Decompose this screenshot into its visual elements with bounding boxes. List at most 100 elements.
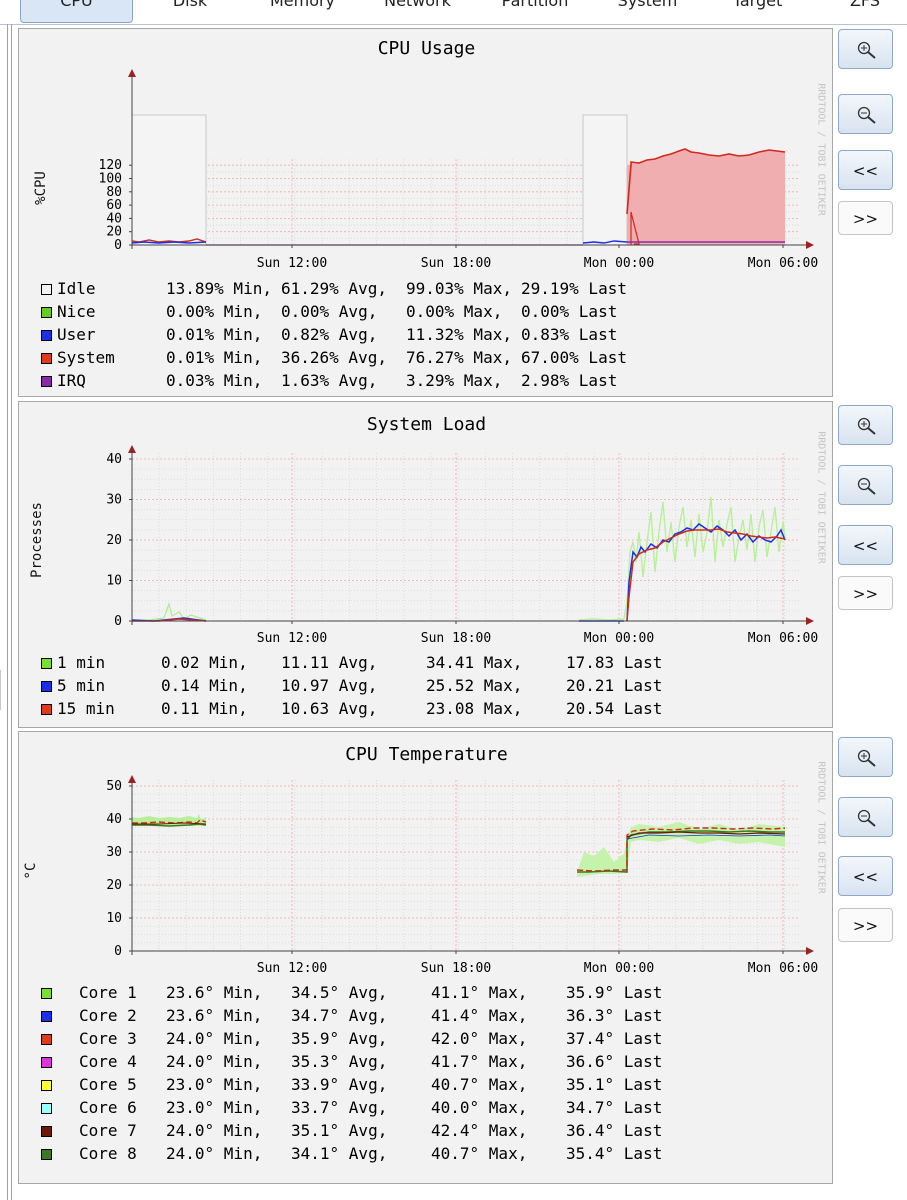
y-tick-label: 0	[114, 238, 122, 253]
legend-name: IRQ	[57, 371, 86, 390]
next-button[interactable]: >>	[838, 201, 893, 235]
next-label: >>	[852, 210, 879, 228]
legend-avg: 11.11 Avg,	[281, 653, 378, 672]
tab-target[interactable]: Target	[715, 0, 800, 23]
zoom-out-button[interactable]	[838, 465, 893, 505]
legend-max: 76.27% Max,	[406, 348, 512, 367]
legend-min: 0.03% Min,	[166, 371, 263, 390]
zoom-in-icon	[857, 41, 876, 59]
x-tick-label: Mon 00:00	[584, 631, 654, 646]
tab-disk[interactable]: Disk	[150, 0, 230, 23]
legend-swatch	[41, 1011, 52, 1022]
zoom-in-button[interactable]	[838, 405, 893, 445]
prev-button[interactable]: <<	[838, 856, 893, 896]
legend-swatch	[41, 1080, 52, 1091]
legend-row: IRQ 0.03% Min, 1.63% Avg, 3.29% Max, 2.98% L…	[41, 371, 801, 393]
legend-row: 5 min 0.14 Min, 10.97 Avg, 25.52 Max, 20.21 …	[41, 676, 801, 698]
zoom-out-button[interactable]	[838, 94, 893, 134]
legend-row: Idle 13.89% Min, 61.29% Avg, 99.03% Max, 29.…	[41, 279, 801, 301]
legend-avg: 35.9° Avg,	[291, 1029, 388, 1048]
legend-max: 0.00% Max,	[406, 302, 503, 321]
load-15min-line	[626, 528, 786, 622]
legend-avg: 33.7° Avg,	[291, 1098, 388, 1117]
idle-area-right	[582, 114, 628, 246]
zoom-out-button[interactable]	[838, 797, 893, 837]
legend-max: 41.1° Max,	[431, 983, 528, 1002]
y-axis-arrow	[128, 445, 136, 453]
legend-last: 37.4° Last	[566, 1029, 663, 1048]
legend-min: 23.6° Min,	[166, 1006, 263, 1025]
y-tick-label: 30	[106, 493, 122, 508]
x-tick-label: Mon 06:00	[748, 961, 818, 976]
tab-zfs[interactable]: ZFS	[835, 0, 895, 23]
system-load-graph-panel: System Load Processes RRDTOOL / TOBI OET…	[18, 401, 833, 728]
tab-network[interactable]: Network	[370, 0, 465, 23]
legend-last: 20.21 Last	[566, 676, 663, 695]
tab-memory[interactable]: Memory	[255, 0, 350, 23]
idle-area-left	[131, 114, 207, 246]
y-tick-label: 50	[106, 779, 122, 794]
legend-name: Nice	[57, 302, 96, 321]
legend-row: Core 7 24.0° Min, 35.1° Avg, 42.4° Max, 36.4…	[41, 1121, 801, 1143]
legend-min: 0.01% Min,	[166, 325, 263, 344]
legend-last: 29.19% Last	[521, 279, 627, 298]
legend-swatch	[41, 353, 52, 364]
legend-max: 40.0° Max,	[431, 1098, 528, 1117]
legend-last: 35.4° Last	[566, 1144, 663, 1163]
prev-button[interactable]: <<	[838, 150, 893, 190]
zoom-in-icon	[857, 417, 876, 435]
legend-name: System	[57, 348, 115, 367]
x-tick-label: Mon 06:00	[748, 256, 818, 271]
legend-last: 35.1° Last	[566, 1075, 663, 1094]
legend-min: 0.14 Min,	[161, 676, 248, 695]
legend-last: 34.7° Last	[566, 1098, 663, 1117]
legend-min: 24.0° Min,	[166, 1052, 263, 1071]
legend-swatch	[41, 330, 52, 341]
y-tick-label: 0	[114, 614, 122, 629]
legend-swatch	[41, 988, 52, 999]
legend-row: Core 6 23.0° Min, 33.7° Avg, 40.0° Max, 34.7…	[41, 1098, 801, 1120]
legend-swatch	[41, 307, 52, 318]
legend-avg: 35.1° Avg,	[291, 1121, 388, 1140]
legend-row: Core 3 24.0° Min, 35.9° Avg, 42.0° Max, 37.4…	[41, 1029, 801, 1051]
zoom-in-button[interactable]	[838, 29, 893, 69]
legend-name: Core 7	[79, 1121, 137, 1140]
next-button[interactable]: >>	[838, 908, 893, 942]
legend-last: 67.00% Last	[521, 348, 627, 367]
zoom-in-button[interactable]	[838, 737, 893, 777]
next-button[interactable]: >>	[838, 576, 893, 610]
tab-partition[interactable]: Partition	[485, 0, 585, 23]
legend-row: Core 1 23.6° Min, 34.5° Avg, 41.1° Max, 35.9…	[41, 983, 801, 1005]
x-tick-label: Sun 12:00	[257, 961, 327, 976]
legend-row: Core 2 23.6° Min, 34.7° Avg, 41.4° Max, 36.3…	[41, 1006, 801, 1028]
x-tick-label: Sun 18:00	[421, 961, 491, 976]
legend-name: Idle	[57, 279, 96, 298]
x-tick-label: Sun 18:00	[421, 256, 491, 271]
legend-swatch	[41, 1103, 52, 1114]
legend-max: 3.29% Max,	[406, 371, 503, 390]
legend-min: 13.89% Min,	[166, 279, 272, 298]
legend-last: 0.83% Last	[521, 325, 618, 344]
left-scroll-rule	[7, 24, 12, 1200]
zoom-in-icon	[857, 749, 876, 767]
legend-max: 99.03% Max,	[406, 279, 512, 298]
legend-avg: 0.00% Avg,	[281, 302, 378, 321]
cpu-temperature-graph-panel: CPU Temperature °C RRDTOOL / TOBI OETIKE…	[18, 731, 833, 1184]
legend-name: Core 5	[79, 1075, 137, 1094]
legend-name: Core 3	[79, 1029, 137, 1048]
x-tick-label: Sun 12:00	[257, 631, 327, 646]
legend-min: 0.01% Min,	[166, 348, 263, 367]
legend-name: 1 min	[57, 653, 106, 672]
legend-max: 42.4° Max,	[431, 1121, 528, 1140]
legend-last: 36.6° Last	[566, 1052, 663, 1071]
tab-system[interactable]: System	[600, 0, 695, 23]
tab-cpu[interactable]: CPU	[20, 0, 133, 23]
prev-button[interactable]: <<	[838, 525, 893, 565]
legend-row: System 0.01% Min, 36.26% Avg, 76.27% Max, 67…	[41, 348, 801, 370]
legend-avg: 10.97 Avg,	[281, 676, 378, 695]
x-tick-label: Mon 00:00	[584, 961, 654, 976]
legend-swatch	[41, 681, 52, 692]
legend-max: 25.52 Max,	[426, 676, 523, 695]
legend-last: 36.3° Last	[566, 1006, 663, 1025]
legend-min: 0.00% Min,	[166, 302, 263, 321]
